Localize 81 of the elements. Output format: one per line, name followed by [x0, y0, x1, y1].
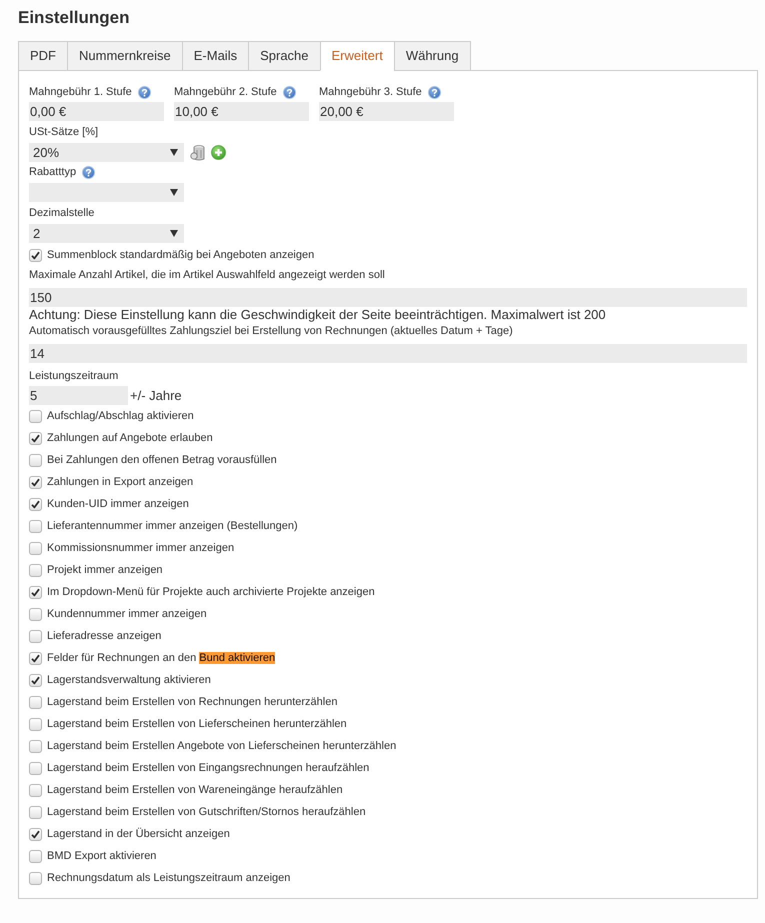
- checkbox-label: Summenblock standardmäßig bei Angeboten anzeigen: [47, 248, 314, 262]
- caret-icon: [170, 230, 178, 237]
- checkbox[interactable]: [29, 784, 42, 796]
- add-icon[interactable]: [211, 145, 226, 160]
- checkbox-label: Lagerstand beim Erstellen Angebote von Lieferscheinen herunterzählen: [47, 739, 396, 753]
- warning-text: Achtung: Diese Einstellung kann die Geschwindigkeit der Seite beeinträchtigen. Maximalwert ist 200: [29, 307, 607, 322]
- checkbox-label: Lieferantennummer immer anzeigen (Bestellungen): [47, 519, 298, 533]
- checkbox-label: Zahlungen in Export anzeigen: [47, 475, 194, 489]
- help-icon[interactable]: [428, 86, 441, 98]
- field-label: USt-Sätze [%]: [29, 125, 98, 139]
- field-label: Leistungszeitraum: [29, 369, 118, 383]
- checkbox-label: Aufschlag/Abschlag aktivieren: [47, 409, 194, 423]
- checkbox-label: BMD Export aktivieren: [47, 849, 156, 863]
- field-label: Maximale Anzahl Artikel, die im Artikel Auswahlfeld angezeigt werden soll: [29, 268, 385, 282]
- text-input[interactable]: 14: [29, 344, 747, 363]
- tab[interactable]: E-Mails: [182, 41, 250, 71]
- checkbox-label: Lagerstand beim Erstellen von Rechnungen herunterzählen: [47, 695, 338, 709]
- trash-can-icon[interactable]: [190, 144, 205, 160]
- checkbox-label: Rechnungsdatum als Leistungszeitraum anzeigen: [47, 871, 290, 885]
- checkbox-label: Lagerstand beim Erstellen von Lieferscheinen herunterzählen: [47, 717, 347, 731]
- checkbox-label: Lagerstand beim Erstellen von Wareneingänge heraufzählen: [47, 783, 343, 797]
- checkbox[interactable]: [29, 498, 42, 510]
- checkbox[interactable]: [29, 564, 42, 576]
- checkbox[interactable]: [29, 674, 42, 686]
- help-icon[interactable]: [82, 166, 96, 178]
- checkbox[interactable]: [29, 762, 42, 774]
- dropdown[interactable]: 20%: [29, 143, 184, 162]
- dropdown[interactable]: 2: [29, 224, 184, 243]
- help-icon[interactable]: [282, 86, 296, 98]
- tab[interactable]: Nummernkreise: [67, 41, 183, 71]
- help-icon[interactable]: [138, 86, 151, 98]
- checkbox-label: Zahlungen auf Angebote erlauben: [47, 431, 213, 445]
- unit-label: +/- Jahre: [130, 388, 182, 404]
- checkbox[interactable]: [29, 652, 42, 664]
- checkbox-label: Lagerstand in der Übersicht anzeigen: [47, 827, 230, 841]
- text-input[interactable]: 5: [29, 386, 128, 405]
- checkbox[interactable]: [29, 520, 42, 532]
- checkbox-label: Lagerstand beim Erstellen von Eingangsrechnungen heraufzählen: [47, 761, 370, 775]
- field-label: Rabatttyp: [29, 165, 76, 179]
- page-title: Einstellungen: [18, 8, 130, 28]
- checkbox-label: Felder für Rechnungen an den Bund aktivieren: [47, 651, 276, 665]
- checkbox[interactable]: [29, 828, 42, 840]
- tab[interactable]: PDF: [18, 41, 68, 71]
- checkbox[interactable]: [29, 476, 42, 488]
- caret-icon: [170, 149, 178, 156]
- checkbox-label: Projekt immer anzeigen: [47, 563, 163, 577]
- field-label: Mahngebühr 3. Stufe: [319, 85, 422, 99]
- tab[interactable]: Erweitert: [320, 41, 395, 71]
- checkbox-label: Bei Zahlungen den offenen Betrag vorausfüllen: [47, 453, 277, 467]
- fee-input[interactable]: 10,00 €: [174, 102, 309, 121]
- checkbox[interactable]: [29, 630, 42, 642]
- field-label: Automatisch vorausgefülltes Zahlungsziel bei Erstellung von Rechnungen (aktuelles Datum + Tage): [29, 324, 513, 338]
- checkbox[interactable]: [29, 850, 42, 862]
- checkbox-label: Im Dropdown-Menü für Projekte auch archivierte Projekte anzeigen: [47, 585, 375, 599]
- tab[interactable]: Sprache: [248, 41, 321, 71]
- checkbox[interactable]: [29, 454, 42, 466]
- checkbox[interactable]: [29, 740, 42, 752]
- text-input[interactable]: 150: [29, 288, 747, 307]
- checkbox[interactable]: [29, 248, 42, 262]
- field-label: Mahngebühr 1. Stufe: [29, 85, 132, 99]
- checkbox[interactable]: [29, 432, 42, 444]
- fee-input[interactable]: 20,00 €: [319, 102, 454, 121]
- checkbox[interactable]: [29, 872, 42, 884]
- checkbox[interactable]: [29, 696, 42, 708]
- checkbox[interactable]: [29, 718, 42, 730]
- tab[interactable]: Währung: [394, 41, 471, 71]
- checkbox-label: Lagerstandsverwaltung aktivieren: [47, 673, 211, 687]
- caret-icon: [170, 189, 178, 196]
- checkbox-label: Kundennummer immer anzeigen: [47, 607, 207, 621]
- checkbox[interactable]: [29, 410, 42, 422]
- checkbox-label: Kunden-UID immer anzeigen: [47, 497, 189, 511]
- checkbox-label: Lagerstand beim Erstellen von Gutschriften/Stornos heraufzählen: [47, 805, 366, 819]
- field-label: Mahngebühr 2. Stufe: [174, 85, 277, 99]
- fee-input[interactable]: 0,00 €: [29, 102, 164, 121]
- checkbox-label: Lieferadresse anzeigen: [47, 629, 162, 643]
- checkbox[interactable]: [29, 608, 42, 620]
- checkbox[interactable]: [29, 542, 42, 554]
- field-label: Dezimalstelle: [29, 206, 94, 220]
- checkbox[interactable]: [29, 806, 42, 818]
- checkbox-label: Kommissionsnummer immer anzeigen: [47, 541, 234, 555]
- checkbox[interactable]: [29, 586, 42, 598]
